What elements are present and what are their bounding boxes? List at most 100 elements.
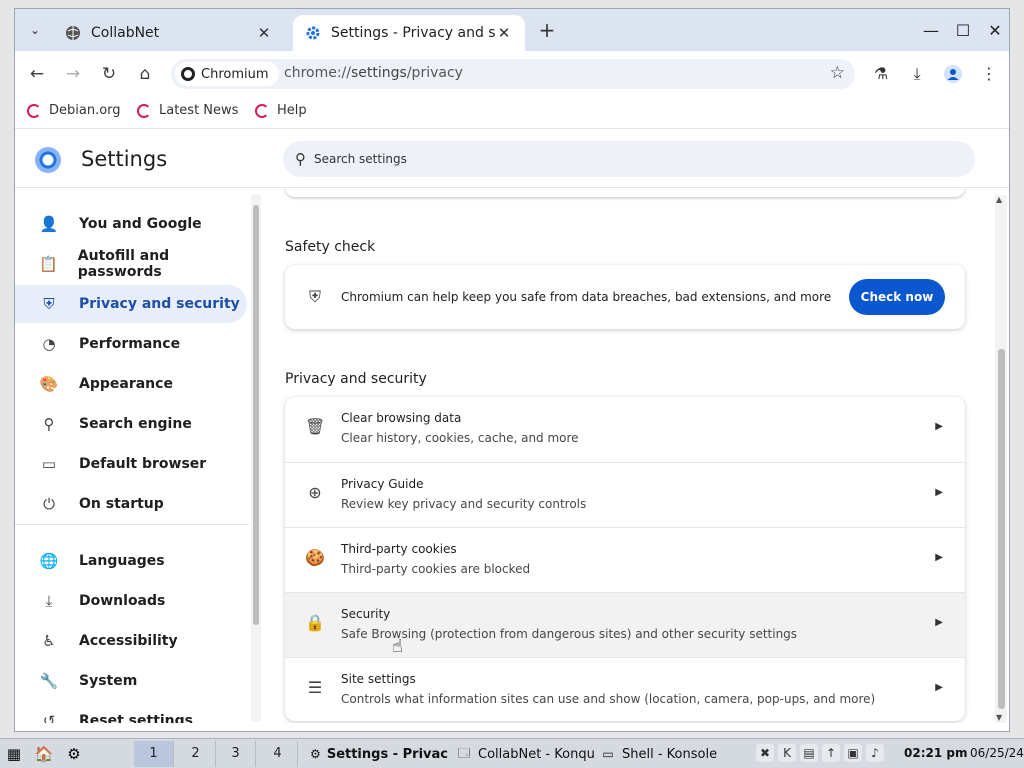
sidebar-item-system[interactable]: 🔧 System <box>15 662 247 700</box>
privacy-heading: Privacy and security <box>285 371 427 387</box>
clipboard-icon: 📋 <box>39 255 58 273</box>
new-tab-button[interactable]: + <box>535 19 559 43</box>
tab-settings[interactable]: Settings - Privacy and sec ✕ <box>293 15 525 51</box>
check-now-button[interactable]: Check now <box>849 279 945 315</box>
scroll-down-icon[interactable]: ▼ <box>996 713 1002 722</box>
sidebar-item-you-and-google[interactable]: 👤 You and Google <box>15 205 247 243</box>
tray-network-icon[interactable]: ✖ <box>756 744 774 762</box>
bookmark-star-icon[interactable]: ☆ <box>830 63 845 83</box>
konqueror-icon: 🗔 <box>457 745 471 760</box>
tray-clipboard-icon[interactable]: ▤ <box>800 744 818 762</box>
bookmark-debian[interactable]: Debian.org <box>27 103 121 118</box>
arrow-right-icon: → <box>65 64 81 84</box>
sidebar-item-privacy[interactable]: ⛨ Privacy and security <box>15 285 247 323</box>
task-konsole[interactable]: ▭ Shell - Konsole <box>600 742 740 766</box>
toolbar: ← → ↻ ⌂ Chromium chrome://settings/priva… <box>15 51 1009 97</box>
browser-window: ⌄ CollabNet ✕ Settings - Privacy and sec… <box>14 8 1010 732</box>
task-settings[interactable]: ⚙ Settings - Privac <box>310 742 448 766</box>
task-collabnet[interactable]: 🗔 CollabNet - Konqu <box>456 742 596 766</box>
desktop-switch-2[interactable]: 2 <box>176 741 216 767</box>
search-icon: ⚲ <box>295 150 306 168</box>
desktop-switch-4[interactable]: 4 <box>258 741 298 767</box>
back-button[interactable]: ← <box>25 62 49 86</box>
lock-icon: 🔒 <box>305 613 325 632</box>
shield-icon: ⛨ <box>43 295 55 313</box>
plus-icon: + <box>538 18 556 42</box>
close-window-button[interactable]: ✕ <box>983 19 1007 43</box>
bookmark-help[interactable]: Help <box>255 103 307 118</box>
home-folder-icon[interactable]: 🏠 <box>32 742 56 766</box>
sidebar-item-appearance[interactable]: 🎨 Appearance <box>15 365 247 403</box>
reload-button[interactable]: ↻ <box>97 62 121 86</box>
taskbar: ▦ 🏠 ⚙ 1 2 3 4 ⚙ Settings - Privac 🗔 Collab… <box>0 738 1024 768</box>
previous-card-edge <box>285 189 965 197</box>
profile-avatar-icon[interactable] <box>941 62 965 86</box>
row-subtitle: Review key privacy and security controls <box>341 497 587 511</box>
search-icon: ⚲ <box>43 415 55 433</box>
sidebar-item-autofill[interactable]: 📋 Autofill and passwords <box>15 245 247 283</box>
tab-collabnet[interactable]: CollabNet ✕ <box>53 15 285 51</box>
sidebar-item-accessibility[interactable]: ♿ Accessibility <box>15 622 247 660</box>
tab-strip: ⌄ CollabNet ✕ Settings - Privacy and sec… <box>15 9 1009 51</box>
menu-kebab-icon[interactable]: ⋮ <box>977 62 1001 86</box>
sidebar-item-performance[interactable]: ◔ Performance <box>15 325 247 363</box>
taskbar-clock: 02:21 pm <box>904 746 968 760</box>
maximize-button[interactable]: ☐ <box>951 19 975 43</box>
tray-update-icon[interactable]: ↑ <box>822 744 840 762</box>
sidebar-item-languages[interactable]: 🌐 Languages <box>15 542 247 580</box>
minimize-button[interactable]: — <box>919 19 943 43</box>
scroll-up-icon[interactable]: ▲ <box>996 195 1002 204</box>
sidebar-scrollbar-thumb[interactable] <box>253 205 259 625</box>
row-privacy-guide[interactable]: ⊕ Privacy Guide Review key privacy and s… <box>285 462 965 527</box>
network-icon[interactable]: ⚙ <box>62 742 86 766</box>
debian-swirl-icon <box>137 103 151 118</box>
row-third-party-cookies[interactable]: 🍪 Third-party cookies Third-party cookie… <box>285 527 965 592</box>
site-info-chip[interactable]: Chromium <box>175 62 279 86</box>
shield-check-icon: ⛨ <box>308 287 321 306</box>
hand-cursor-icon: ☝ <box>392 636 403 657</box>
row-title: Site settings <box>341 672 416 686</box>
sidebar-item-reset-settings[interactable]: ↺ Reset settings <box>15 702 247 723</box>
row-subtitle: Controls what information sites can use … <box>341 692 876 706</box>
speedometer-icon: ◔ <box>42 335 56 353</box>
desktop-switch-3[interactable]: 3 <box>216 741 256 767</box>
tab-search-button[interactable]: ⌄ <box>23 18 47 42</box>
accessibility-icon: ♿ <box>42 632 56 650</box>
close-icon[interactable]: ✕ <box>255 24 273 42</box>
main-scrollbar-thumb[interactable] <box>998 349 1005 709</box>
globe-icon: 🌐 <box>39 552 59 570</box>
arrow-right-icon: ▶ <box>935 421 943 432</box>
sidebar-item-downloads[interactable]: ⤓ Downloads <box>15 582 247 620</box>
tray-k-icon[interactable]: K <box>778 744 796 762</box>
download-icon[interactable]: ⤓ <box>905 62 929 86</box>
row-subtitle: Clear history, cookies, cache, and more <box>341 431 579 445</box>
chromium-icon <box>181 67 195 81</box>
desktop-switch-1[interactable]: 1 <box>134 741 174 767</box>
search-settings-input[interactable]: ⚲ Search settings <box>283 141 975 177</box>
row-security[interactable]: 🔒 Security Safe Browsing (protection fro… <box>285 592 965 657</box>
gear-icon: ⚙ <box>310 747 321 761</box>
address-bar[interactable]: Chromium chrome://settings/privacy ☆ <box>171 59 855 89</box>
palette-icon: 🎨 <box>39 375 59 393</box>
labs-flask-icon[interactable]: ⚗ <box>869 62 893 86</box>
row-clear-browsing-data[interactable]: 🗑 Clear browsing data Clear history, coo… <box>285 397 965 462</box>
debian-swirl-icon <box>27 103 41 118</box>
home-button[interactable]: ⌂ <box>133 62 157 86</box>
debian-swirl-icon <box>255 103 269 118</box>
close-icon[interactable]: ✕ <box>495 24 513 42</box>
compass-icon: ⊕ <box>308 483 322 502</box>
tray-volume-icon[interactable]: ♪ <box>866 744 884 762</box>
row-site-settings[interactable]: ☰ Site settings Controls what informatio… <box>285 657 965 721</box>
tray-display-icon[interactable]: ▣ <box>844 744 862 762</box>
arrow-right-icon: ▶ <box>935 617 943 628</box>
trash-icon: 🗑 <box>305 417 326 436</box>
sidebar-item-default-browser[interactable]: ▭ Default browser <box>15 445 247 483</box>
app-menu-icon[interactable]: ▦ <box>2 742 26 766</box>
bookmark-latest-news[interactable]: Latest News <box>137 103 238 118</box>
sidebar-item-search-engine[interactable]: ⚲ Search engine <box>15 405 247 443</box>
forward-button[interactable]: → <box>61 62 85 86</box>
search-placeholder: Search settings <box>314 152 407 166</box>
history-icon: ↺ <box>42 712 56 723</box>
sidebar-item-on-startup[interactable]: ⏻ On startup <box>15 485 247 523</box>
page-title: Settings <box>81 147 168 171</box>
